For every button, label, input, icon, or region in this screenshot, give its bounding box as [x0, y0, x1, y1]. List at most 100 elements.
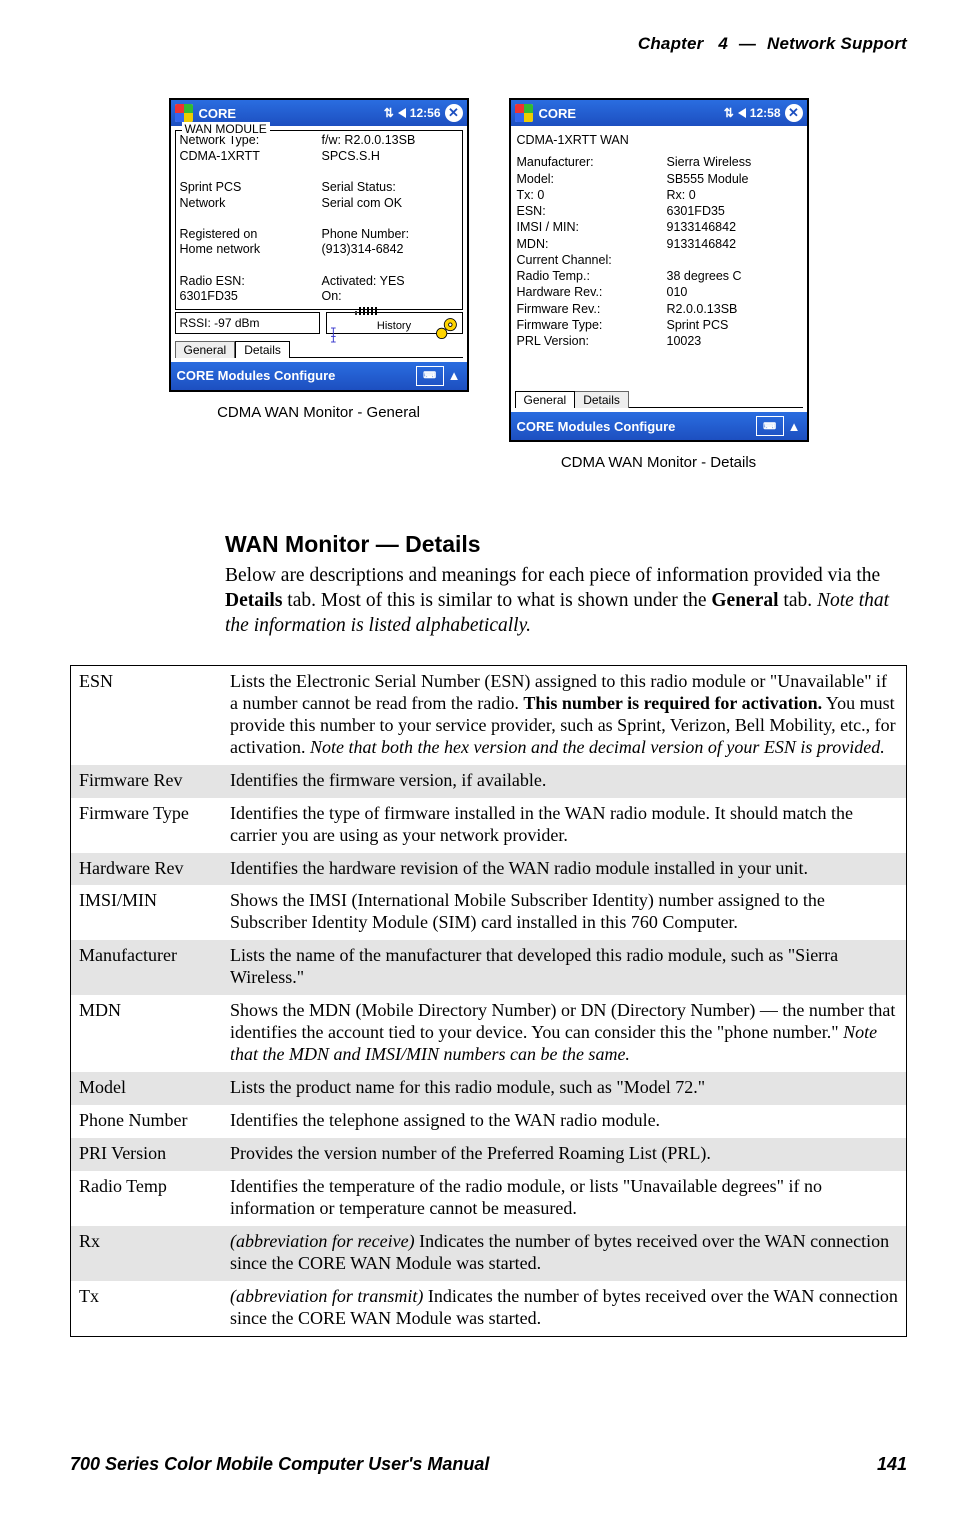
windows-flag-icon [175, 104, 193, 122]
definition-row: PRI VersionProvides the version number o… [71, 1138, 907, 1171]
details-key: Manufacturer: [517, 154, 667, 170]
definition-term: ESN [71, 665, 223, 764]
header-chapter-label: Chapter [638, 34, 704, 53]
details-value: 6301FD35 [667, 203, 801, 219]
footer-manual-title: 700 Series Color Mobile Computer User's … [70, 1454, 489, 1475]
definition-description: Identifies the telephone assigned to the… [222, 1105, 907, 1138]
general-info-line: (913)314-6842 [322, 242, 458, 258]
definition-row: ManufacturerLists the name of the manufa… [71, 940, 907, 995]
general-info-line: Home network [180, 242, 316, 258]
titlebar-time: 12:58 [750, 106, 781, 120]
page-footer: 700 Series Color Mobile Computer User's … [70, 1454, 907, 1475]
general-info-line [322, 211, 458, 227]
definition-row: Tx(abbreviation for transmit) Indicates … [71, 1281, 907, 1336]
definition-row: MDNShows the MDN (Mobile Directory Numbe… [71, 995, 907, 1072]
windows-flag-icon [515, 104, 533, 122]
tabs-general-view: General Details [171, 336, 467, 357]
general-info-line: f/w: R2.0.0.13SB [322, 133, 458, 149]
running-header: Chapter 4 — Network Support [70, 34, 907, 54]
details-row: Tx: 0Rx: 0 [517, 187, 801, 203]
wan-module-groupbox: WAN MODULE Network Type:CDMA-1XRTT Sprin… [175, 130, 463, 310]
details-row: Manufacturer:Sierra Wireless [517, 154, 801, 170]
details-key: PRL Version: [517, 333, 667, 349]
rssi-box: RSSI: -97 dBm [175, 312, 320, 334]
details-key: Firmware Type: [517, 317, 667, 333]
details-row: Firmware Rev.:R2.0.0.13SB [517, 301, 801, 317]
details-key: ESN: [517, 203, 667, 219]
history-box: History [326, 312, 463, 334]
details-key: MDN: [517, 236, 667, 252]
general-info-line: SPCS.S.H [322, 149, 458, 165]
definition-term: Radio Temp [71, 1171, 223, 1226]
general-info-line: Serial com OK [322, 196, 458, 212]
titlebar-details: CORE ⇅ 12:58 ✕ [511, 100, 807, 126]
definition-row: Radio TempIdentifies the temperature of … [71, 1171, 907, 1226]
speaker-icon [738, 108, 746, 118]
details-value: R2.0.0.13SB [667, 301, 801, 317]
details-value: Sierra Wireless [667, 154, 801, 170]
definition-description: Identifies the hardware revision of the … [222, 853, 907, 886]
details-row: MDN:9133146842 [517, 236, 801, 252]
signal-icon: ⇅ [384, 106, 394, 120]
signal-icon: ⇅ [724, 106, 734, 120]
tab-general[interactable]: General [175, 341, 236, 358]
definition-term: Hardware Rev [71, 853, 223, 886]
general-left-col: Network Type:CDMA-1XRTT Sprint PCSNetwor… [180, 133, 316, 305]
definition-term: IMSI/MIN [71, 885, 223, 940]
tabs-details-view: General Details [511, 386, 807, 407]
header-chapter-num: 4 [718, 34, 728, 53]
footerbar-text: CORE Modules Configure [517, 419, 676, 434]
details-key: Firmware Rev.: [517, 301, 667, 317]
definition-row: Firmware RevIdentifies the firmware vers… [71, 765, 907, 798]
definition-description: (abbreviation for receive) Indicates the… [222, 1226, 907, 1281]
details-value: Rx: 0 [667, 187, 801, 203]
details-row: Radio Temp.:38 degrees C [517, 268, 801, 284]
general-info-line: 6301FD35 [180, 289, 316, 305]
definition-description: Lists the name of the manufacturer that … [222, 940, 907, 995]
definition-description: Identifies the temperature of the radio … [222, 1171, 907, 1226]
definition-description: Lists the Electronic Serial Number (ESN)… [222, 665, 907, 764]
general-info-line [180, 258, 316, 274]
definition-term: Firmware Type [71, 798, 223, 853]
details-value: 10023 [667, 333, 801, 349]
definition-description: Identifies the type of firmware installe… [222, 798, 907, 853]
caption-general: CDMA WAN Monitor - General [217, 404, 420, 421]
keyboard-icon[interactable]: ⌨ [756, 416, 784, 436]
definition-row: ESNLists the Electronic Serial Number (E… [71, 665, 907, 764]
header-chapter-space [708, 34, 713, 53]
general-right-col: f/w: R2.0.0.13SB SPCS.S.H Serial Status:… [322, 133, 458, 305]
tab-details[interactable]: Details [235, 341, 290, 358]
details-value: Sprint PCS [667, 317, 801, 333]
definition-term: PRI Version [71, 1138, 223, 1171]
definition-row: Phone NumberIdentifies the telephone ass… [71, 1105, 907, 1138]
details-value: 9133146842 [667, 219, 801, 235]
details-row: Model:SB555 Module [517, 171, 801, 187]
details-value [667, 252, 801, 268]
tab-details[interactable]: Details [575, 391, 629, 408]
general-info-line: On: [322, 289, 458, 305]
footerbar-general: CORE Modules Configure ⌨ ▲ [171, 362, 467, 390]
up-arrow-icon[interactable]: ▲ [788, 419, 801, 434]
details-row: Firmware Type:Sprint PCS [517, 317, 801, 333]
general-info-line: CDMA-1XRTT [180, 149, 316, 165]
details-key: Model: [517, 171, 667, 187]
footerbar-text: CORE Modules Configure [177, 368, 336, 383]
definition-row: Firmware TypeIdentifies the type of firm… [71, 798, 907, 853]
section-heading: WAN Monitor — Details [225, 531, 907, 558]
definition-row: Hardware RevIdentifies the hardware revi… [71, 853, 907, 886]
caption-details: CDMA WAN Monitor - Details [561, 454, 756, 471]
close-icon[interactable]: ✕ [785, 104, 803, 122]
groupbox-title: WAN MODULE [182, 122, 270, 136]
general-info-line: Network [180, 196, 316, 212]
details-key: IMSI / MIN: [517, 219, 667, 235]
details-row: Hardware Rev.:010 [517, 284, 801, 300]
keyboard-icon[interactable]: ⌨ [416, 366, 444, 386]
definition-description: Provides the version number of the Prefe… [222, 1138, 907, 1171]
up-arrow-icon[interactable]: ▲ [448, 368, 461, 383]
definition-term: Model [71, 1072, 223, 1105]
header-dash: — [733, 34, 762, 53]
details-value: 9133146842 [667, 236, 801, 252]
definitions-table: ESNLists the Electronic Serial Number (E… [70, 665, 907, 1337]
tab-general[interactable]: General [515, 391, 576, 408]
close-icon[interactable]: ✕ [445, 104, 463, 122]
